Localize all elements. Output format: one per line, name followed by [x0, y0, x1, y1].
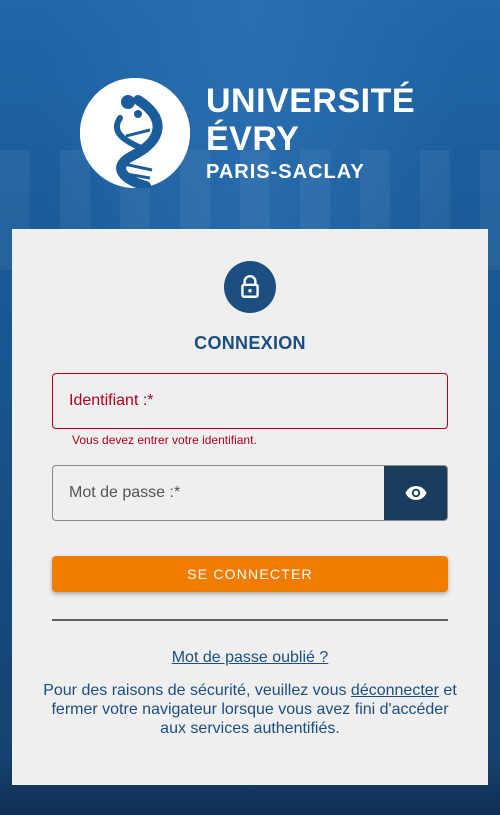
- username-field[interactable]: Identifiant :*: [52, 373, 448, 429]
- security-notice: Pour des raisons de sécurité, veuillez v…: [42, 681, 458, 738]
- password-field[interactable]: Mot de passe :*: [52, 465, 448, 521]
- show-password-button[interactable]: [384, 466, 447, 520]
- logout-link[interactable]: déconnecter: [351, 682, 439, 699]
- username-label: Identifiant :*: [69, 392, 154, 409]
- eye-icon: [405, 486, 427, 500]
- login-card: CONNEXION Identifiant :* Vous devez entr…: [12, 229, 488, 785]
- username-error-message: Vous devez entrer votre identifiant.: [72, 433, 257, 447]
- divider: [52, 619, 448, 621]
- lock-icon: [224, 261, 276, 313]
- forgot-password-link[interactable]: Mot de passe oublié ?: [172, 649, 329, 666]
- page-title: CONNEXION: [194, 333, 306, 353]
- brand-title: UNIVERSITÉ ÉVRY: [206, 82, 416, 158]
- login-button[interactable]: SE CONNECTER: [52, 556, 448, 592]
- brand-subtitle: PARIS-SACLAY: [206, 161, 365, 183]
- dna-helix-logo-icon: [80, 78, 190, 191]
- password-label: Mot de passe :*: [69, 484, 181, 501]
- notice-text-start: Pour des raisons de sécurité, veuillez v…: [43, 682, 351, 699]
- university-logo: UNIVERSITÉ ÉVRY PARIS-SACLAY: [80, 78, 430, 191]
